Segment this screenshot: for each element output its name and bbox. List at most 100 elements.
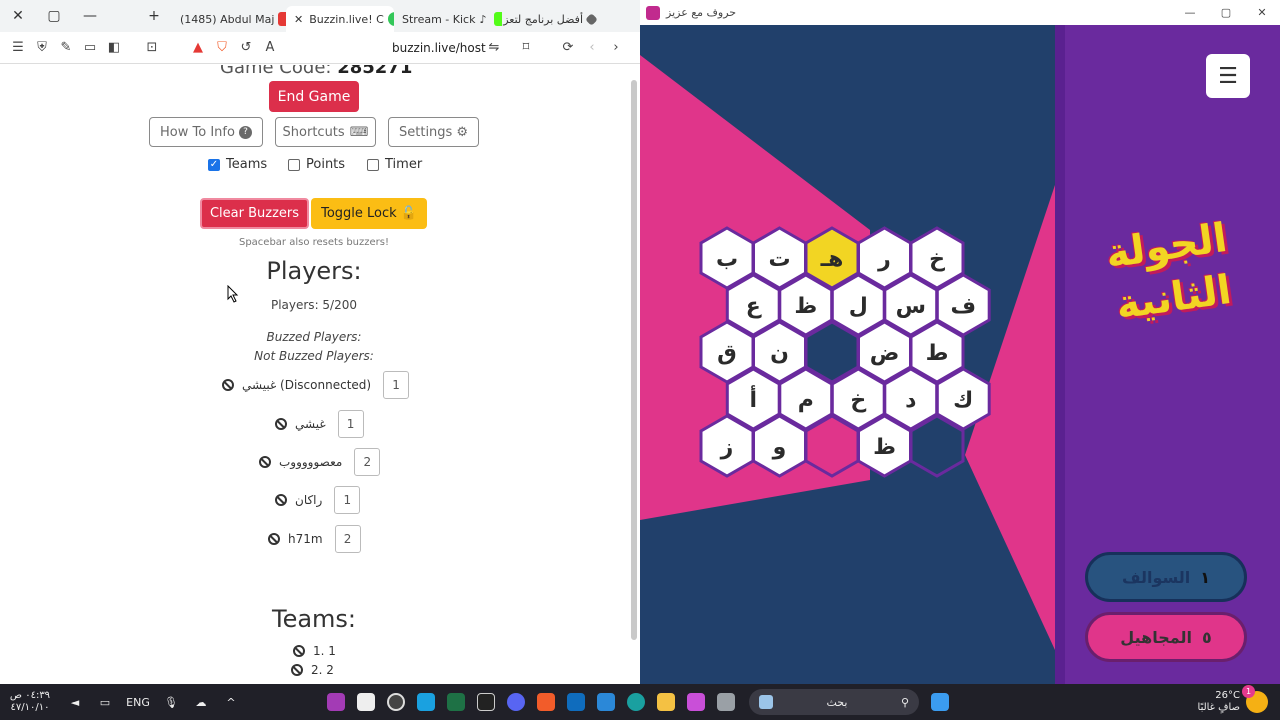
forward-icon[interactable]: ‹ bbox=[580, 32, 604, 64]
reload-icon[interactable]: ⟳ bbox=[556, 32, 580, 64]
file-explorer-icon[interactable] bbox=[651, 687, 681, 717]
team-badge[interactable]: 1 bbox=[383, 371, 410, 399]
hex-cell[interactable]: ظ bbox=[857, 414, 912, 478]
m365-icon[interactable] bbox=[681, 687, 711, 717]
start-icon[interactable] bbox=[925, 687, 955, 717]
settings-button[interactable]: Settings ⚙ bbox=[388, 117, 479, 147]
hex-cell[interactable] bbox=[804, 414, 860, 478]
capcut-icon[interactable] bbox=[351, 687, 381, 717]
volume-icon[interactable]: ◄ bbox=[60, 687, 90, 717]
mute-icon[interactable]: ♪ bbox=[479, 13, 486, 26]
clear-buzzers-button[interactable]: Clear Buzzers bbox=[200, 198, 309, 229]
menu-button[interactable]: ☰ bbox=[1206, 54, 1250, 98]
hex-cell[interactable]: و bbox=[752, 414, 807, 478]
extensions-icon[interactable]: ✎ bbox=[54, 32, 78, 64]
ban-icon[interactable] bbox=[291, 664, 303, 676]
store-icon[interactable] bbox=[591, 687, 621, 717]
search-highlight-icon bbox=[759, 695, 773, 709]
team-badge[interactable]: 1 bbox=[334, 486, 361, 514]
score-top[interactable]: السوالف ١ bbox=[1085, 552, 1247, 602]
end-game-button[interactable]: End Game bbox=[269, 81, 359, 112]
bookmark-icon[interactable]: ⌑ bbox=[514, 32, 538, 64]
task-view-icon[interactable] bbox=[711, 687, 741, 717]
tab-youtube[interactable]: (1485) Abdul Maj bbox=[172, 6, 286, 32]
team-row: 1. 1 bbox=[293, 644, 336, 658]
brave-icon[interactable] bbox=[531, 687, 561, 717]
players-count: Players: 5/200 bbox=[270, 298, 358, 312]
kick-icon bbox=[494, 12, 502, 26]
check-icon: ✓ bbox=[208, 158, 220, 171]
team-badge[interactable]: 1 bbox=[337, 410, 364, 438]
minimize-icon[interactable]: — bbox=[72, 0, 108, 32]
tab-kick[interactable]: Stream - Kick ♪ bbox=[394, 6, 502, 32]
minimize-icon[interactable]: — bbox=[1172, 6, 1208, 19]
not-buzzed-label: Not Buzzed Players: bbox=[254, 349, 374, 363]
game-app-icon[interactable] bbox=[321, 687, 351, 717]
timer-checkbox[interactable]: Timer bbox=[367, 157, 422, 172]
maximize-icon[interactable]: ▢ bbox=[1208, 6, 1244, 19]
close-tab-icon[interactable]: ✕ bbox=[294, 13, 303, 26]
keyboard-icon: ⌨ bbox=[349, 124, 369, 140]
brave-shields-icon[interactable]: ⛉ bbox=[210, 32, 234, 64]
team-badge[interactable]: 2 bbox=[334, 525, 361, 553]
edge-icon[interactable] bbox=[621, 687, 651, 717]
app-icon[interactable] bbox=[411, 687, 441, 717]
onedrive-icon[interactable]: ☁ bbox=[186, 687, 216, 717]
menu-icon[interactable]: ☰ bbox=[6, 32, 30, 64]
address-bar[interactable]: buzzin.live/host bbox=[392, 41, 486, 55]
chevron-up-icon[interactable]: ^ bbox=[216, 687, 246, 717]
brave-rewards-icon[interactable]: ▲ bbox=[186, 32, 210, 64]
scrollbar[interactable] bbox=[631, 80, 637, 640]
network-icon[interactable]: ▭ bbox=[90, 687, 120, 717]
weather-widget[interactable]: 26°C صافٍ غالبًا bbox=[1198, 690, 1240, 714]
taskbar-search[interactable]: ⚲ بحث bbox=[749, 689, 919, 715]
back-icon[interactable]: › bbox=[604, 32, 628, 64]
shield-icon[interactable]: ⛨ bbox=[30, 32, 54, 64]
capcut-alt-icon[interactable] bbox=[471, 687, 501, 717]
outlook-icon[interactable] bbox=[561, 687, 591, 717]
new-tab-icon[interactable]: + bbox=[136, 0, 172, 32]
clock[interactable]: ٠٤:٣٩ ص ٤٧/١٠/١٠ bbox=[0, 690, 60, 714]
score-value: ١ bbox=[1200, 567, 1211, 587]
hex-letter: ك bbox=[953, 388, 973, 413]
discord-icon[interactable] bbox=[501, 687, 531, 717]
obs-icon[interactable] bbox=[381, 687, 411, 717]
share-icon[interactable]: ↺ bbox=[234, 32, 258, 64]
browser-window: ✕ ▢ — + (1485) Abdul Maj ✕ Buzzin.live! … bbox=[0, 0, 640, 684]
hint-text: Spacebar also resets buzzers! bbox=[238, 237, 390, 248]
toggle-lock-button[interactable]: Toggle Lock 🔓 bbox=[311, 198, 427, 229]
players-heading: Players: bbox=[266, 257, 362, 285]
ban-icon[interactable] bbox=[275, 418, 287, 430]
score-bottom[interactable]: المجاهيل ٥ bbox=[1085, 612, 1247, 662]
how-to-button[interactable]: How To Info ? bbox=[149, 117, 263, 147]
shortcuts-button[interactable]: Shortcuts ⌨ bbox=[275, 117, 376, 147]
hex-letter: ف bbox=[950, 294, 976, 319]
points-checkbox[interactable]: Points bbox=[288, 157, 345, 172]
sidebar-icon[interactable]: ◧ bbox=[102, 32, 126, 64]
youtube-icon bbox=[278, 12, 286, 26]
tab-buzzin[interactable]: ✕ Buzzin.live! C bbox=[286, 6, 394, 32]
ban-icon[interactable] bbox=[268, 533, 280, 545]
hex-letter: ط bbox=[926, 341, 949, 366]
excel-icon[interactable] bbox=[441, 687, 471, 717]
ban-icon[interactable] bbox=[259, 456, 271, 468]
ban-icon[interactable] bbox=[293, 645, 305, 657]
hex-cell[interactable]: ز bbox=[699, 414, 755, 478]
ban-icon[interactable] bbox=[222, 379, 234, 391]
wallet-icon[interactable]: ▭ bbox=[78, 32, 102, 64]
microphone-icon[interactable]: 🎙 bbox=[156, 687, 186, 717]
close-window-icon[interactable]: ✕ bbox=[0, 0, 36, 32]
team-badge[interactable]: 2 bbox=[354, 448, 381, 476]
site-settings-icon[interactable]: ⇋ bbox=[482, 32, 506, 64]
ban-icon[interactable] bbox=[275, 494, 287, 506]
hex-cell[interactable] bbox=[909, 414, 965, 478]
screenshot-icon[interactable]: ⊡ bbox=[140, 32, 164, 64]
translate-icon[interactable]: A bbox=[258, 32, 282, 64]
maximize-icon[interactable]: ▢ bbox=[36, 0, 72, 32]
hex-letter: و bbox=[772, 435, 787, 460]
close-icon[interactable]: ✕ bbox=[1244, 6, 1280, 19]
tab-arabic[interactable]: أفضل برنامج لتعز bbox=[502, 6, 608, 32]
teams-checkbox[interactable]: ✓ Teams bbox=[208, 157, 267, 172]
player-row: معصوووووب 2 bbox=[259, 448, 381, 476]
language-indicator[interactable]: ENG bbox=[120, 696, 156, 709]
